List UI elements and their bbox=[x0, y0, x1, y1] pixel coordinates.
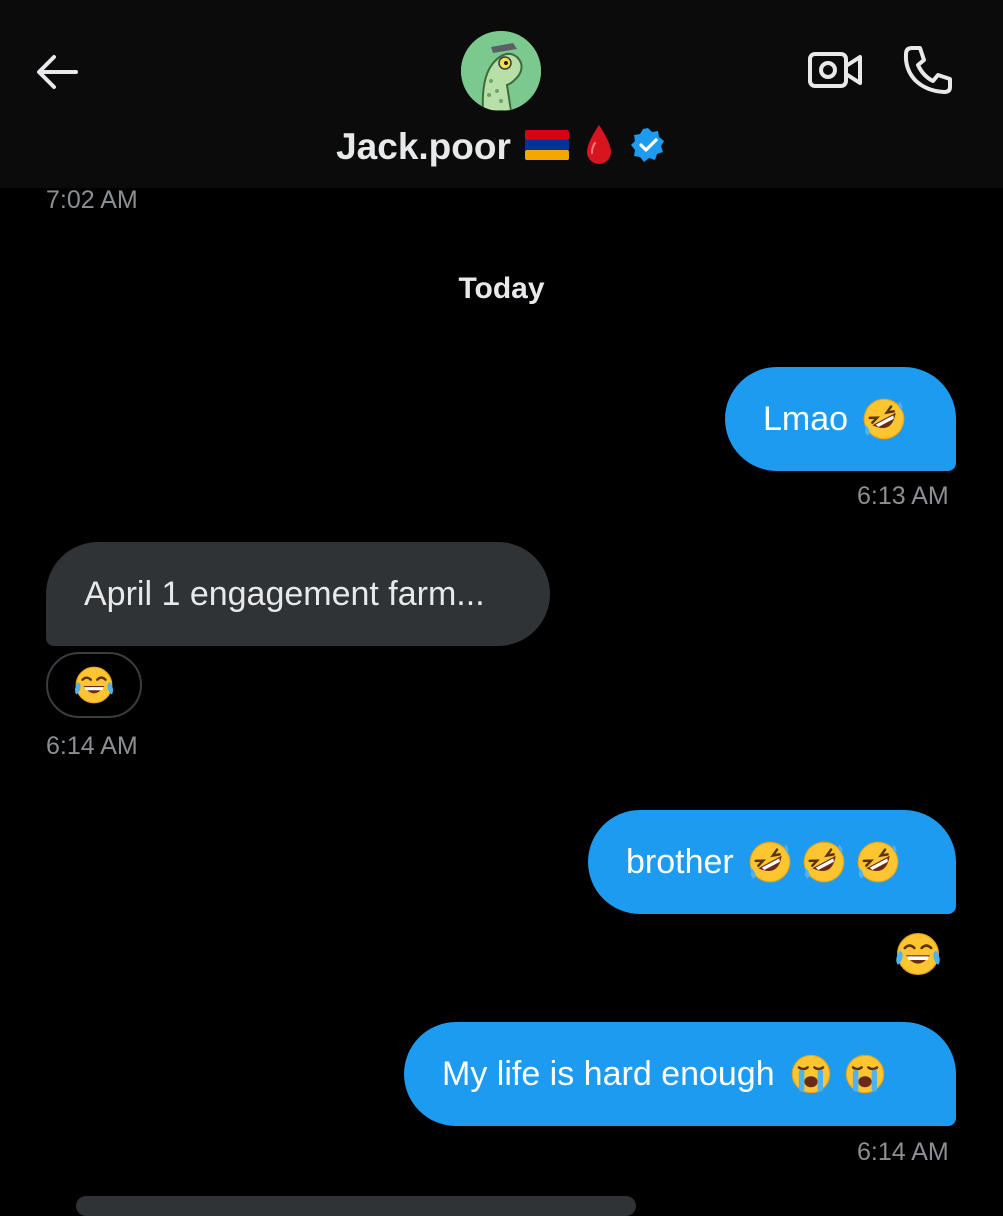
contact-avatar[interactable] bbox=[461, 31, 541, 111]
back-arrow-icon[interactable] bbox=[32, 46, 84, 98]
verified-badge-icon bbox=[629, 126, 667, 169]
sent-message-bubble[interactable]: brother bbox=[588, 810, 956, 914]
joy-emoji-icon bbox=[73, 664, 115, 706]
contact-name-row[interactable]: Jack.poor bbox=[0, 122, 1003, 172]
message-text: My life is hard enough bbox=[442, 1054, 775, 1093]
sent-message-bubble[interactable]: Lmao bbox=[725, 367, 956, 471]
message-timestamp: 6:14 AM bbox=[857, 1138, 949, 1166]
phone-icon[interactable] bbox=[898, 42, 956, 98]
message-reaction[interactable] bbox=[46, 652, 142, 718]
day-divider: Today bbox=[458, 272, 545, 305]
message-text: April 1 engagement farm... bbox=[84, 574, 485, 613]
blood-drop-icon bbox=[583, 123, 615, 172]
rofl-emoji-icon bbox=[862, 397, 906, 441]
contact-name[interactable]: Jack.poor bbox=[336, 126, 511, 168]
received-message-bubble[interactable]: April 1 engagement farm... bbox=[46, 542, 550, 646]
rofl-emoji-icon bbox=[856, 840, 900, 884]
sob-emoji-icon bbox=[843, 1052, 887, 1096]
message-reaction[interactable] bbox=[894, 930, 942, 983]
partial-message-bubble bbox=[76, 1196, 636, 1216]
rofl-emoji-icon bbox=[748, 840, 792, 884]
message-text: brother bbox=[626, 842, 734, 881]
message-timestamp: 6:13 AM bbox=[857, 482, 949, 510]
armenia-flag-icon bbox=[524, 129, 569, 165]
sent-message-bubble[interactable]: My life is hard enough bbox=[404, 1022, 956, 1126]
message-text: Lmao bbox=[763, 399, 849, 438]
message-timestamp: 6:14 AM bbox=[46, 732, 138, 760]
rofl-emoji-icon bbox=[802, 840, 846, 884]
joy-emoji-icon bbox=[894, 930, 942, 978]
video-call-icon[interactable] bbox=[806, 44, 864, 96]
sob-emoji-icon bbox=[789, 1052, 833, 1096]
conversation-header: Jack.poor bbox=[0, 0, 1003, 188]
message-timestamp: 7:02 AM bbox=[46, 186, 138, 214]
